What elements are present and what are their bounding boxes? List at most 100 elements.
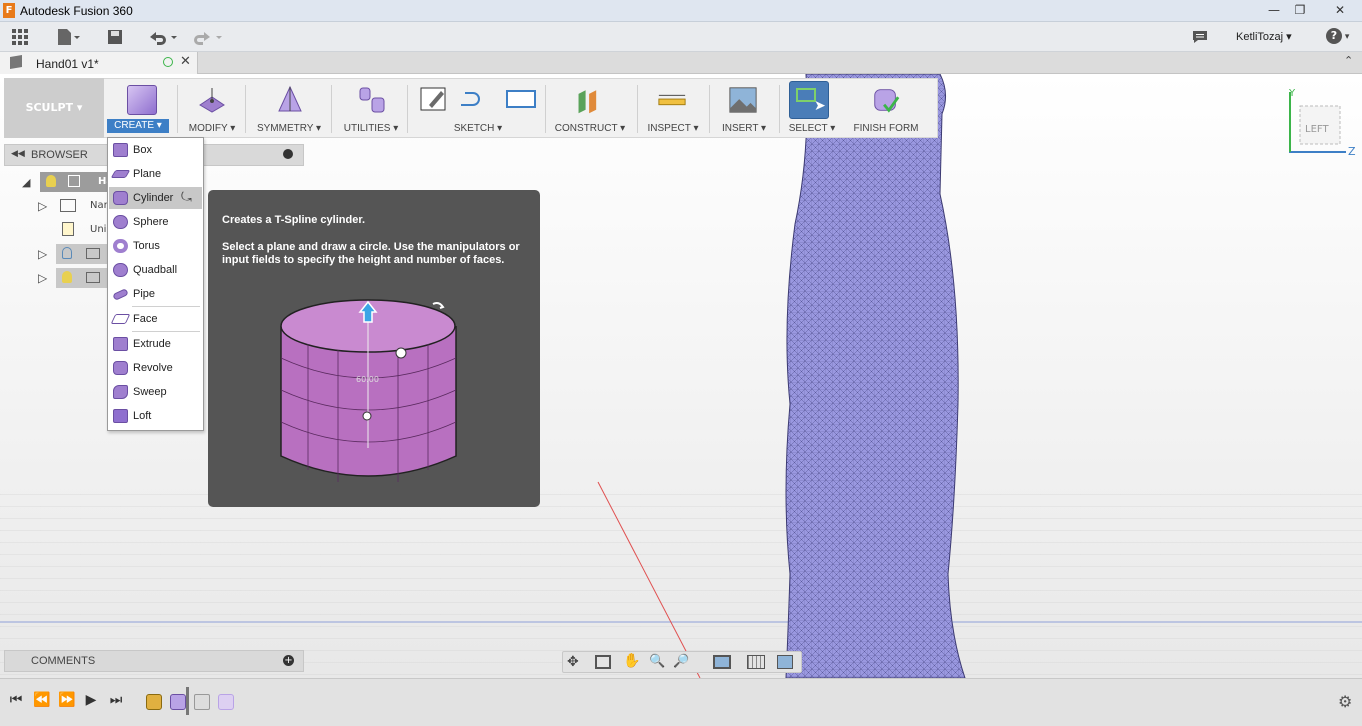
user-menu[interactable]: KetliTozaj ▾ [1236, 30, 1292, 43]
grid-settings-icon[interactable] [747, 655, 765, 669]
box-icon [113, 143, 128, 157]
busy-cursor-icon: ⤿ [181, 190, 192, 205]
play-icon[interactable]: ▶ [83, 692, 99, 708]
fit-view-icon[interactable]: 🔎 [673, 654, 689, 669]
menu-item-face[interactable]: Face [109, 308, 202, 330]
revolve-icon [113, 361, 128, 375]
document-tab-bar: Hand01 v1* ✕ ⌃ [0, 52, 1362, 74]
apps-grid-icon[interactable] [10, 27, 30, 47]
timeline-settings-gear-icon[interactable]: ⚙ [1338, 692, 1352, 711]
utilities-label: UTILITIES ▾ [343, 123, 399, 134]
utilities-group[interactable]: UTILITIES ▾ [339, 79, 403, 137]
create-label: CREATE ▾ [107, 119, 169, 133]
timeline-feature-formmesh[interactable] [146, 694, 162, 710]
visibility-bulb-off-icon[interactable] [62, 247, 72, 259]
select-icon: ➤ [789, 81, 829, 119]
menu-item-quadball[interactable]: Quadball [109, 259, 202, 281]
comments-panel-header[interactable]: COMMENTS + [4, 650, 304, 672]
zoom-icon[interactable]: 🔍 [649, 654, 665, 669]
inspect-group[interactable]: INSPECT ▾ [643, 79, 703, 137]
plane-icon [110, 170, 131, 178]
menu-item-loft[interactable]: Loft [109, 405, 202, 427]
menu-item-torus[interactable]: Torus [109, 235, 202, 257]
menu-item-box[interactable]: Box [109, 139, 202, 161]
finish-form-icon [874, 89, 900, 113]
help-menu[interactable]: ? ▾ [1326, 28, 1354, 46]
visibility-bulb-icon[interactable] [46, 175, 56, 187]
browser-row-named-views[interactable]: Nar [90, 200, 108, 211]
title-bar: F Autodesk Fusion 360 — ❐ ✕ [0, 0, 1362, 22]
viewports-icon[interactable] [777, 655, 793, 669]
sync-status-icon [163, 57, 173, 67]
menu-item-sphere[interactable]: Sphere [109, 211, 202, 233]
menu-item-sweep[interactable]: Sweep [109, 381, 202, 403]
expand-origin-icon[interactable]: ▷ [38, 247, 47, 261]
construct-group[interactable]: CONSTRUCT ▾ [549, 79, 631, 137]
sketch-group[interactable]: SKETCH ▾ [413, 79, 543, 137]
timeline-marker[interactable] [186, 687, 189, 715]
sweep-icon [113, 385, 128, 399]
hand-mesh-body[interactable] [785, 74, 966, 678]
symmetry-group[interactable]: SYMMETRY ▾ [251, 79, 327, 137]
face-icon [110, 314, 131, 324]
menu-separator [132, 306, 200, 307]
timeline-feature-form-suppressed[interactable] [218, 694, 234, 710]
undo-icon[interactable] [145, 27, 177, 47]
insert-group[interactable]: INSERT ▾ [715, 79, 773, 137]
browser-row-root[interactable]: Ha [40, 172, 113, 192]
browser-row-units[interactable]: Uni [90, 224, 106, 235]
browser-options-icon[interactable] [283, 149, 293, 159]
orbit-icon[interactable]: ✥ [567, 654, 579, 670]
utilities-icon [359, 87, 385, 113]
close-icon[interactable]: ✕ [1328, 2, 1352, 18]
root-expander-icon[interactable]: ◢ [22, 176, 30, 189]
modify-group[interactable]: MODIFY ▾ [181, 79, 243, 137]
menu-item-plane[interactable]: Plane [109, 163, 202, 185]
cylinder-preview-illustration: 60.00 [280, 299, 457, 482]
pan-icon[interactable]: ✋ [623, 653, 640, 669]
step-forward-icon[interactable]: ⏩ [58, 692, 75, 708]
restore-icon[interactable]: ❐ [1288, 2, 1312, 18]
menu-item-extrude[interactable]: Extrude [109, 333, 202, 355]
create-group[interactable]: CREATE ▾ [107, 79, 177, 137]
timeline-feature-form[interactable] [170, 694, 186, 710]
display-settings-icon[interactable] [713, 655, 731, 669]
symmetry-icon [278, 85, 302, 112]
save-icon[interactable] [105, 27, 125, 47]
document-tab[interactable]: Hand01 v1* ✕ [0, 52, 198, 74]
expand-named-views-icon[interactable]: ▷ [38, 199, 47, 213]
menu-item-revolve[interactable]: Revolve [109, 357, 202, 379]
minimize-icon[interactable]: — [1262, 2, 1286, 18]
close-tab-icon[interactable]: ✕ [180, 54, 191, 69]
select-group[interactable]: ➤ SELECT ▾ [783, 79, 841, 137]
workspace-switcher[interactable]: SCULPT ▾ [4, 78, 104, 138]
ribbon-separator [245, 85, 246, 133]
look-at-icon[interactable] [595, 655, 611, 669]
finish-form-group[interactable]: FINISH FORM [845, 79, 927, 137]
add-comment-icon[interactable]: + [283, 655, 294, 666]
timeline-feature-sketch[interactable] [194, 694, 210, 710]
help-icon: ? [1326, 28, 1342, 44]
navigation-bar: ✥ ✋ 🔍 🔎 [562, 651, 802, 673]
redo-icon[interactable] [190, 27, 222, 47]
menu-separator [132, 331, 200, 332]
step-back-icon[interactable]: ⏪ [33, 692, 50, 708]
sketch-icon [420, 87, 536, 111]
cylinder-tooltip: Creates a T-Spline cylinder. Select a pl… [208, 190, 540, 507]
collapse-toolbar-icon[interactable]: ⌃ [1344, 54, 1353, 67]
expand-bodies-icon[interactable]: ▷ [38, 271, 47, 285]
visibility-bulb-icon[interactable] [62, 271, 72, 283]
viewcube[interactable]: Y Z LEFT [1288, 88, 1358, 158]
comment-icon[interactable] [1190, 27, 1210, 47]
go-to-end-icon[interactable]: ⏭ [108, 692, 124, 708]
menu-item-pipe[interactable]: Pipe [109, 283, 202, 305]
measure-icon [658, 94, 686, 106]
comments-title: COMMENTS [31, 655, 96, 667]
file-icon[interactable] [55, 27, 80, 47]
collapse-browser-icon[interactable]: ◀◀ [11, 149, 25, 159]
menu-item-cylinder[interactable]: Cylinder ⤿ [109, 187, 202, 209]
browser-row-origin[interactable] [56, 244, 108, 264]
browser-row-bodies[interactable] [56, 268, 108, 288]
go-to-start-icon[interactable]: ⏮ [8, 692, 24, 708]
folder-icon [86, 272, 100, 283]
